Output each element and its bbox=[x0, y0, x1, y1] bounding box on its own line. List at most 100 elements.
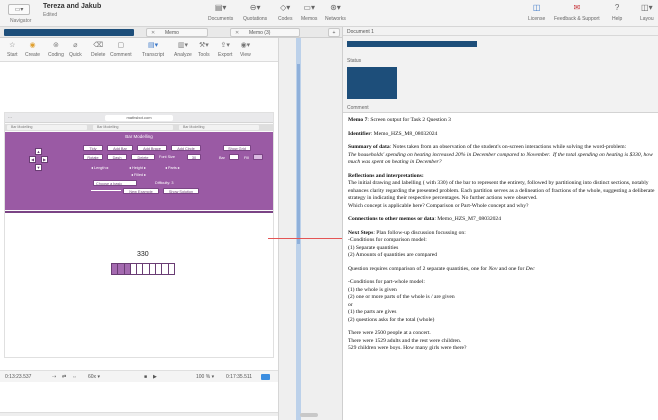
memo-summary: Summary of data: Notes taken from an obs… bbox=[348, 144, 627, 150]
navigator-button[interactable]: ▭▾ bbox=[8, 4, 30, 15]
bar-model-toolbar: Bar Modelling ▲ ◀ ▶ ▼ Tidy Add Bar Add B… bbox=[5, 132, 273, 210]
fill-label: Fill bbox=[244, 156, 249, 160]
document-header: Document 1 bbox=[343, 27, 658, 36]
document-tab-redacted[interactable] bbox=[4, 29, 134, 36]
tab-memo[interactable]: ✕ Memo bbox=[146, 28, 208, 37]
browser-tabs: Bar Modelling Bar Modelling Bar Modellin… bbox=[5, 124, 273, 131]
tab-bar: ✕ Memo ✕ Memo (3) + bbox=[0, 27, 342, 38]
documents-button[interactable]: ▤▾ Documents bbox=[208, 3, 233, 22]
browser-tab: Bar Modelling bbox=[93, 125, 173, 130]
memo-reflections-label: Reflections and interpretations: bbox=[348, 172, 424, 179]
fill-color-swatch bbox=[253, 154, 263, 160]
bar-total-label: 330 bbox=[137, 251, 149, 258]
play-icon[interactable]: ▶ bbox=[153, 374, 157, 380]
analyze-icon: ▥▾ bbox=[177, 42, 188, 49]
quotation-bar-highlight[interactable] bbox=[297, 64, 300, 244]
add-circle-button: Add Circle bbox=[171, 145, 201, 151]
networks-button[interactable]: ⊛▾ Networks bbox=[325, 3, 346, 22]
tab-memo-3[interactable]: ✕ Memo (3) bbox=[230, 28, 300, 37]
tidy-button: Tidy bbox=[83, 145, 103, 151]
network-icon: ⊛▾ bbox=[330, 3, 341, 12]
layout-icon: ◫▾ bbox=[641, 3, 653, 12]
document-name-redacted bbox=[347, 41, 477, 47]
move-control: ▶ bbox=[41, 156, 48, 163]
code-icon: ◇▾ bbox=[280, 3, 291, 12]
project-status: Edited bbox=[43, 12, 58, 18]
memo-problem: The households' spending on heating incr… bbox=[348, 151, 655, 166]
transcript-button[interactable]: ▤▾ Transcript bbox=[142, 41, 164, 58]
comment-editor[interactable]: Memo 7: Screen output for Task 2 Questio… bbox=[343, 112, 658, 420]
tools-icon: ⚒▾ bbox=[198, 42, 209, 49]
license-button[interactable]: ◫ License bbox=[528, 3, 545, 22]
view-button[interactable]: ◉▾ View bbox=[240, 41, 251, 58]
close-icon[interactable]: ✕ bbox=[235, 30, 239, 36]
analyze-button[interactable]: ▥▾ Analyze bbox=[174, 41, 192, 58]
bar-label: Bar bbox=[219, 156, 225, 160]
browser-nav-icon: ⋯ bbox=[8, 115, 12, 120]
add-tab-button[interactable]: + bbox=[328, 28, 340, 37]
status-value-redacted bbox=[347, 67, 397, 99]
browser-tab: Bar Modelling bbox=[179, 125, 259, 130]
license-icon: ◫ bbox=[532, 3, 541, 12]
codes-button[interactable]: ◇▾ Codes bbox=[278, 3, 292, 22]
stop-icon[interactable]: ■ bbox=[144, 374, 147, 380]
choose-basic-select: Choose a basic bbox=[93, 180, 137, 186]
export-icon: ⇪▾ bbox=[220, 42, 230, 49]
bar-partition bbox=[168, 264, 174, 274]
font-size-label: Font Size bbox=[159, 155, 176, 159]
font-size-input: 30 bbox=[187, 154, 201, 160]
video-frame[interactable]: ⋯ mathsbot.com Bar Modelling Bar Modelli… bbox=[4, 112, 274, 358]
length-control: ◂ Length ▸ bbox=[91, 166, 109, 170]
move-control: ▼ bbox=[35, 164, 42, 171]
close-icon[interactable]: ✕ bbox=[151, 30, 155, 36]
start-button[interactable]: ☆ Start bbox=[7, 41, 18, 58]
project-title: Tereza and Jakub bbox=[43, 3, 102, 10]
media-pane-top bbox=[0, 62, 278, 110]
browser-toolbar: ⋯ mathsbot.com bbox=[5, 113, 273, 123]
filled-control: ◂ Filled ▸ bbox=[131, 173, 147, 177]
add-brace-button: Add Brace bbox=[137, 145, 167, 151]
comment-icon: ▢ bbox=[117, 42, 125, 49]
memo-text[interactable]: Memo 7: Screen output for Task 2 Questio… bbox=[348, 117, 658, 353]
new-example-button: New Example bbox=[123, 188, 159, 194]
bar-model-canvas: 330 bbox=[5, 211, 273, 357]
skip-forward-icon[interactable]: ⇔ bbox=[72, 374, 77, 380]
coding-button[interactable]: ⊚ Coding bbox=[48, 41, 64, 58]
start-icon: ☆ bbox=[9, 42, 16, 49]
view-toggle[interactable] bbox=[261, 374, 270, 380]
loop-icon[interactable]: ⇄ bbox=[62, 374, 66, 380]
link-line bbox=[268, 238, 342, 239]
comment-button[interactable]: ▢ Comment bbox=[110, 41, 132, 58]
horizontal-scrollbar[interactable] bbox=[0, 412, 278, 416]
memo-next-steps: Next Steps: Plan follow-up discussion fo… bbox=[348, 229, 466, 259]
memo-part-whole: -Conditions for part-whole model: (1) th… bbox=[348, 279, 455, 323]
browser-tab: Bar Modelling bbox=[7, 125, 87, 130]
move-control: ◀ bbox=[29, 156, 36, 163]
tools-button[interactable]: ⚒▾ Tools bbox=[198, 41, 210, 58]
quick-button[interactable]: ⌀ Quick bbox=[69, 41, 82, 58]
feedback-button[interactable]: ✉ Feedback & Support bbox=[554, 3, 600, 22]
memo-example: There were 2500 people at a concert. The… bbox=[348, 330, 467, 351]
quotations-button[interactable]: ⊖▾ Quotations bbox=[243, 3, 267, 22]
show-grid-button: Show Grid bbox=[223, 145, 251, 151]
height-control: ◂ Height ▸ bbox=[129, 166, 146, 170]
speed-select[interactable]: 60x ▾ bbox=[88, 374, 100, 380]
eye-icon: ◉▾ bbox=[240, 42, 251, 49]
create-button[interactable]: ◉ Create bbox=[25, 41, 40, 58]
memos-button[interactable]: ▭▾ Memos bbox=[301, 3, 317, 22]
trash-icon: ⌫ bbox=[93, 42, 104, 49]
layout-button[interactable]: ◫▾ Layou bbox=[640, 3, 654, 22]
memo-question: Question requires comparison of 2 separa… bbox=[348, 265, 535, 272]
browser-url: mathsbot.com bbox=[105, 115, 173, 121]
scroll-thumb[interactable] bbox=[300, 413, 318, 417]
help-button[interactable]: ? Help bbox=[612, 3, 622, 22]
skip-back-icon[interactable]: ⇢ bbox=[52, 374, 56, 380]
document-icon: ▤▾ bbox=[214, 3, 227, 12]
memo-icon: ▭▾ bbox=[303, 3, 315, 12]
memo-toolbar: ☆ Start ◉ Create ⊚ Coding ⌀ Quick ⌫ Delete ▢ C… bbox=[0, 38, 278, 62]
export-button[interactable]: ⇪▾ Export bbox=[218, 41, 232, 58]
zoom-select[interactable]: 100 % ▾ bbox=[196, 374, 214, 380]
delete-button[interactable]: ⌫ Delete bbox=[91, 41, 105, 58]
rotate-button: Rotate bbox=[83, 154, 103, 160]
playback-bar: 0:13:23.537 ⇢ ⇄ ⇔ 60x ▾ ■ ▶ 100 % ▾ 0:17… bbox=[0, 370, 278, 382]
